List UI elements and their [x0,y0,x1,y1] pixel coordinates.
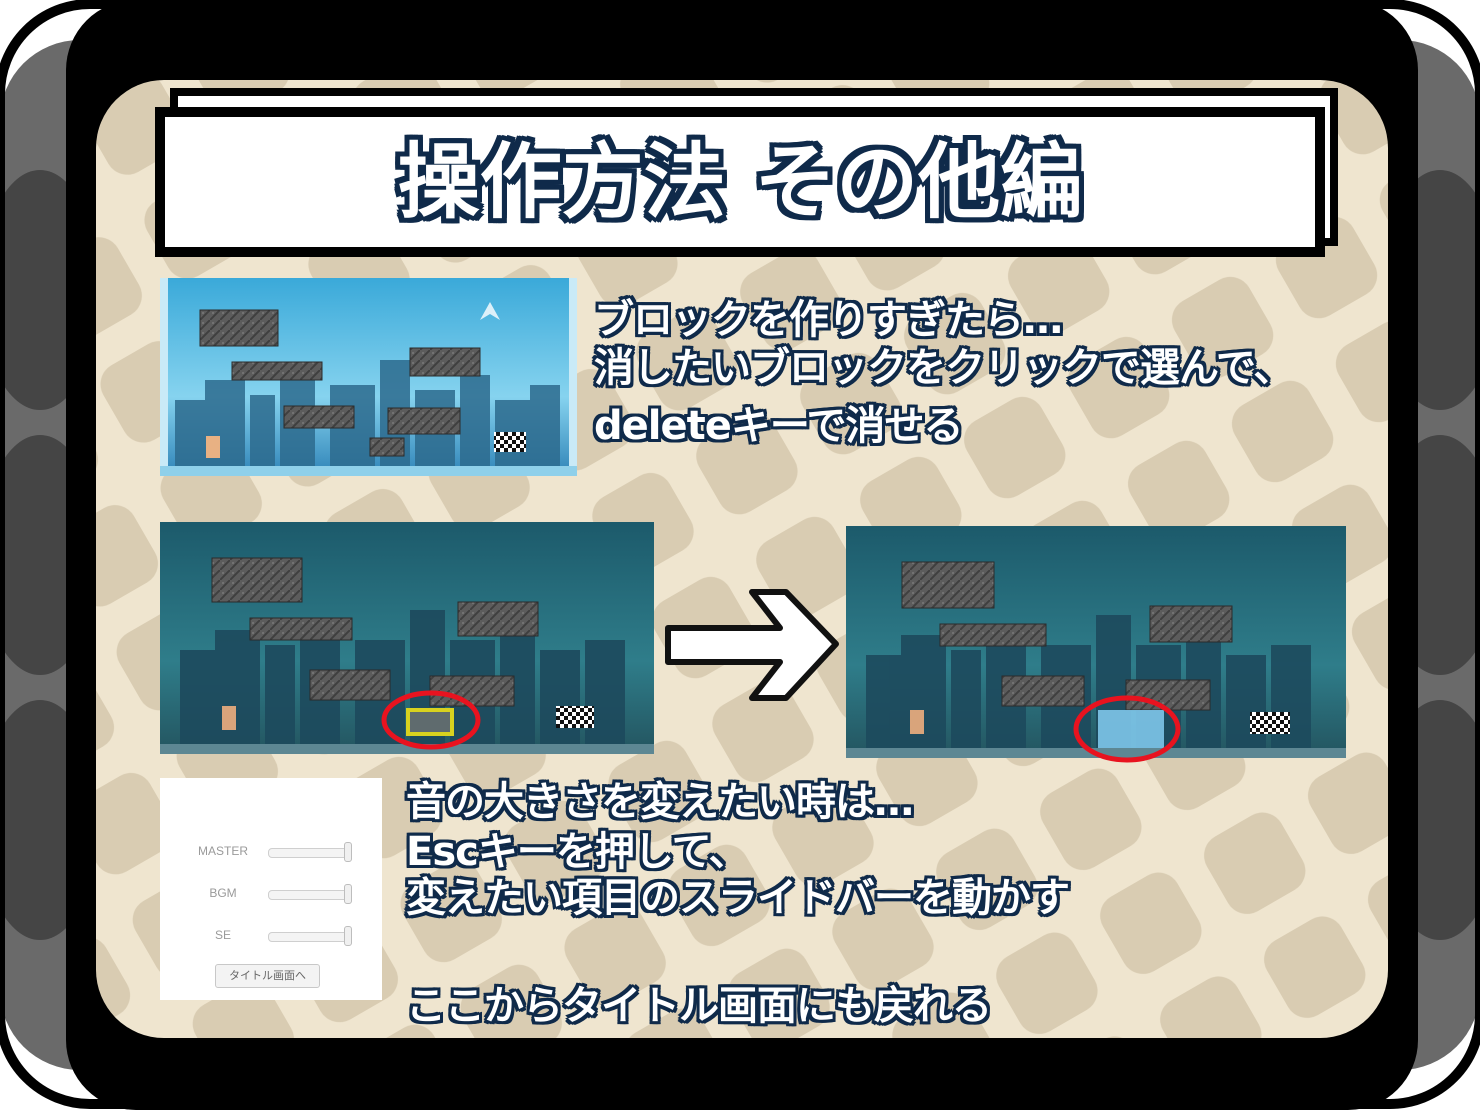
page-title: 操作方法 その他編 [397,135,1083,230]
volume-slider-bgm[interactable] [268,890,350,900]
volume-slider-master[interactable] [268,848,350,858]
return-to-title-note: ここからタイトル画面にも戻れる [406,983,992,1029]
game-screenshot-after [846,526,1346,763]
volume-instruction-line-1: 音の大きさを変えたい時は… [406,779,914,825]
slider-knob-se[interactable] [344,926,352,946]
volume-label-master: MASTER [197,844,248,858]
delete-instruction-line-2: 消したいブロックをクリックで選んで、 [594,345,1293,391]
volume-slider-se[interactable] [268,932,350,942]
volume-label-se: SE [214,928,231,942]
volume-label-bgm: BGM [209,886,237,900]
return-to-title-button[interactable]: タイトル画面へ [215,964,320,988]
delete-instruction-line-3: deleteキーで消せる [594,403,963,449]
pause-menu-panel: MASTER BGM SE タイトル画面へ [160,778,382,1000]
delete-instruction-line-1: ブロックを作りすぎたら… [594,297,1063,343]
game-screenshot-before [160,522,654,754]
volume-instruction-line-3: 変えたい項目のスライドバーを動かす [406,875,1070,921]
volume-instruction-line-2: Escキーを押して、 [406,829,749,875]
slider-knob-bgm[interactable] [344,884,352,904]
game-screenshot-top [160,278,577,476]
slider-knob-master[interactable] [344,842,352,862]
